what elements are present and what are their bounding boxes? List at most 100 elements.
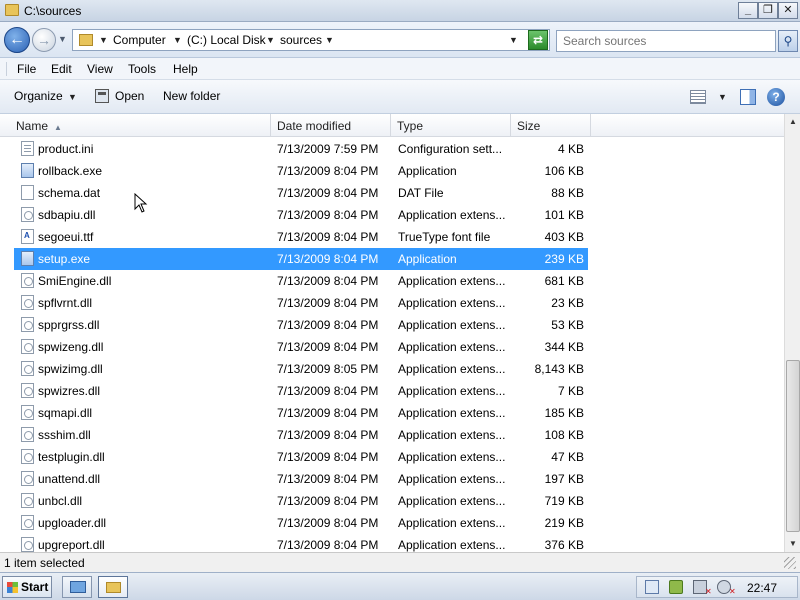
file-row[interactable]: product.ini 7/13/2009 7:59 PM Configuratio… xyxy=(14,138,588,160)
breadcrumb-sources[interactable]: sources xyxy=(280,33,322,47)
chevron-down-icon[interactable]: ▼ xyxy=(99,35,108,45)
file-name: spwizeng.dll xyxy=(38,340,104,354)
chevron-down-icon[interactable]: ▼ xyxy=(325,35,334,45)
config-file-icon xyxy=(21,141,34,156)
taskbar-button-computer[interactable] xyxy=(62,576,92,598)
application-icon xyxy=(21,251,34,266)
back-button[interactable]: ← xyxy=(4,27,30,53)
start-button[interactable]: Start xyxy=(2,576,52,598)
file-date: 7/13/2009 8:04 PM xyxy=(277,494,379,508)
file-row[interactable]: sqmapi.dll 7/13/2009 8:04 PM Application e… xyxy=(14,402,588,424)
vertical-scrollbar[interactable]: ▲ ▼ xyxy=(784,114,800,552)
column-header-name[interactable]: Name ▲ xyxy=(10,114,271,137)
folder-icon xyxy=(79,34,93,46)
file-row[interactable]: schema.dat 7/13/2009 8:04 PM DAT File 88 KB xyxy=(14,182,588,204)
breadcrumb-computer[interactable]: Computer xyxy=(113,33,166,47)
clock[interactable]: 22:47 xyxy=(747,581,777,595)
dll-file-icon xyxy=(21,295,34,310)
scroll-up-button[interactable]: ▲ xyxy=(785,114,800,130)
file-list: product.ini 7/13/2009 7:59 PM Configuratio… xyxy=(0,138,784,552)
chevron-down-icon[interactable]: ▼ xyxy=(266,35,275,45)
breadcrumb-local-disk[interactable]: (C:) Local Disk xyxy=(187,33,266,47)
search-input[interactable] xyxy=(556,30,776,52)
file-date: 7/13/2009 8:04 PM xyxy=(277,208,379,222)
file-row[interactable]: spwizimg.dll 7/13/2009 8:05 PM Application… xyxy=(14,358,588,380)
file-row[interactable]: upgloader.dll 7/13/2009 8:04 PM Applicatio… xyxy=(14,512,588,534)
forward-button[interactable]: → xyxy=(32,28,56,52)
command-bar: Organize ▼ Open New folder ▼ ? xyxy=(0,80,800,114)
file-date: 7/13/2009 8:05 PM xyxy=(277,362,379,376)
refresh-button[interactable]: ⇄ xyxy=(528,30,548,50)
file-row[interactable]: spwizres.dll 7/13/2009 8:04 PM Application… xyxy=(14,380,588,402)
chevron-down-icon[interactable]: ▼ xyxy=(173,35,182,45)
file-name: upgloader.dll xyxy=(38,516,107,530)
file-date: 7/13/2009 8:04 PM xyxy=(277,186,379,200)
file-row[interactable]: upgreport.dll 7/13/2009 8:04 PM Applicatio… xyxy=(14,534,588,552)
file-date: 7/13/2009 8:04 PM xyxy=(277,428,379,442)
document-icon[interactable] xyxy=(645,580,659,594)
file-row[interactable]: sdbapiu.dll 7/13/2009 8:04 PM Application … xyxy=(14,204,588,226)
open-button[interactable]: Open xyxy=(115,89,144,103)
file-row[interactable]: setup.exe 7/13/2009 8:04 PM Application 239… xyxy=(14,248,588,270)
menu-file[interactable]: File xyxy=(17,62,36,76)
menu-tools[interactable]: Tools xyxy=(128,62,156,76)
open-icon xyxy=(95,89,109,103)
file-type: Configuration sett... xyxy=(398,142,503,156)
file-size: 719 KB xyxy=(544,494,584,508)
close-button[interactable]: ✕ xyxy=(778,2,798,19)
address-field[interactable]: ▼ Computer ▼ (C:) Local Disk ▼ sources ▼… xyxy=(72,29,550,51)
maximize-button[interactable]: ❐ xyxy=(758,2,778,19)
chevron-down-icon[interactable]: ▼ xyxy=(68,92,77,102)
file-name: rollback.exe xyxy=(38,164,103,178)
column-header-size[interactable]: Size xyxy=(511,114,591,137)
minimize-button[interactable]: _ xyxy=(738,2,758,19)
file-row[interactable]: ssshim.dll 7/13/2009 8:04 PM Application e… xyxy=(14,424,588,446)
file-size: 23 KB xyxy=(551,296,584,310)
scrollbar-thumb[interactable] xyxy=(786,360,800,532)
file-type: Application xyxy=(398,164,457,178)
file-name: upgreport.dll xyxy=(38,538,105,552)
chevron-down-icon[interactable]: ▼ xyxy=(718,92,727,102)
system-tray: ✕ ✕ 22:47 xyxy=(636,576,798,598)
file-size: 403 KB xyxy=(544,230,584,244)
file-row[interactable]: segoeui.ttf 7/13/2009 8:04 PM TrueType fon… xyxy=(14,226,588,248)
file-row[interactable]: spwizeng.dll 7/13/2009 8:04 PM Application… xyxy=(14,336,588,358)
file-type: Application extens... xyxy=(398,538,506,552)
dll-file-icon xyxy=(21,537,34,552)
file-row[interactable]: spflvrnt.dll 7/13/2009 8:04 PM Application… xyxy=(14,292,588,314)
file-type: Application extens... xyxy=(398,406,506,420)
preview-pane-icon[interactable] xyxy=(740,89,756,105)
organize-button[interactable]: Organize xyxy=(14,89,63,103)
file-name: spwizimg.dll xyxy=(38,362,103,376)
file-row[interactable]: unattend.dll 7/13/2009 8:04 PM Application… xyxy=(14,468,588,490)
menu-help[interactable]: Help xyxy=(173,62,198,76)
file-name: product.ini xyxy=(38,142,94,156)
dll-file-icon xyxy=(21,515,34,530)
file-row[interactable]: SmiEngine.dll 7/13/2009 8:04 PM Applicatio… xyxy=(14,270,588,292)
scroll-down-button[interactable]: ▼ xyxy=(785,536,800,552)
file-name: spflvrnt.dll xyxy=(38,296,93,310)
file-size: 344 KB xyxy=(544,340,584,354)
file-name: schema.dat xyxy=(38,186,101,200)
resize-grip[interactable] xyxy=(784,557,796,569)
menu-edit[interactable]: Edit xyxy=(51,62,72,76)
taskbar: Start ✕ ✕ 22:47 xyxy=(0,572,800,600)
file-row[interactable]: testplugin.dll 7/13/2009 8:04 PM Applicati… xyxy=(14,446,588,468)
file-row[interactable]: rollback.exe 7/13/2009 8:04 PM Application… xyxy=(14,160,588,182)
column-header-date[interactable]: Date modified xyxy=(271,114,391,137)
search-icon[interactable]: ⚲ xyxy=(778,30,798,52)
help-icon[interactable]: ? xyxy=(767,88,785,106)
file-icon xyxy=(21,185,34,200)
recent-pages-dropdown-icon[interactable]: ▼ xyxy=(58,34,67,44)
new-folder-button[interactable]: New folder xyxy=(163,89,220,103)
taskbar-button-explorer[interactable] xyxy=(98,576,128,598)
column-header-type[interactable]: Type xyxy=(391,114,511,137)
address-history-dropdown-icon[interactable]: ▼ xyxy=(509,35,518,45)
power-icon[interactable] xyxy=(669,580,683,594)
file-row[interactable]: unbcl.dll 7/13/2009 8:04 PM Application ex… xyxy=(14,490,588,512)
monitor-icon xyxy=(70,581,86,593)
menu-view[interactable]: View xyxy=(87,62,113,76)
views-icon[interactable] xyxy=(690,90,706,104)
file-row[interactable]: spprgrss.dll 7/13/2009 8:04 PM Application… xyxy=(14,314,588,336)
error-x-icon: ✕ xyxy=(705,587,712,596)
